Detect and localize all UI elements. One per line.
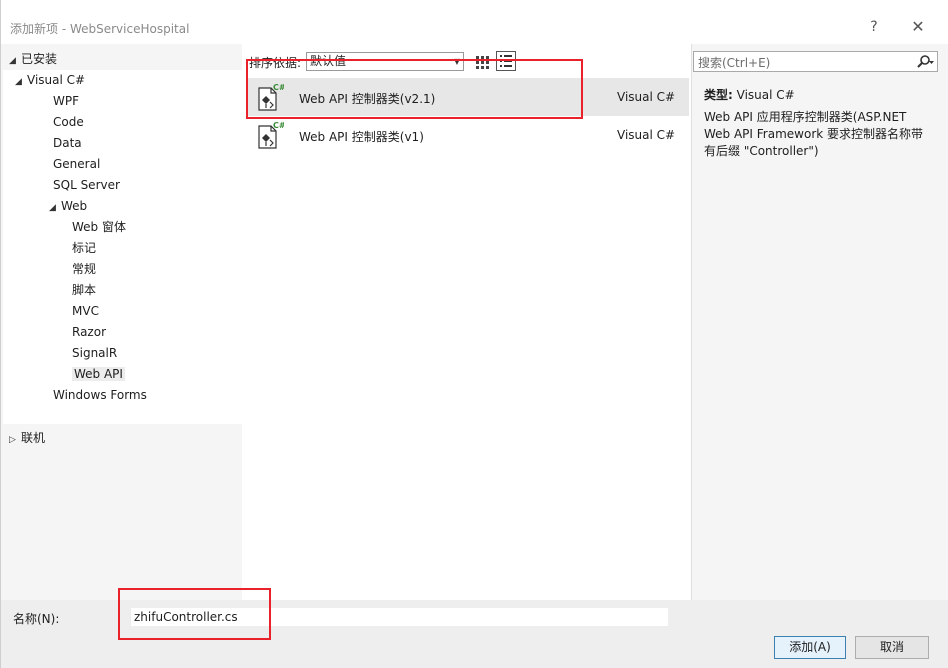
- tree-item-label: Web API: [72, 367, 125, 381]
- template-name: Web API 控制器类(v2.1): [299, 92, 436, 106]
- sort-toolbar: 排序依据: 默认值 ▼: [246, 44, 689, 78]
- expand-arrow-icon: ◢: [49, 203, 56, 213]
- online-label: 联机: [21, 431, 46, 445]
- tree-item-label: Visual C#: [27, 73, 86, 87]
- tree-item[interactable]: ◢ Visual C#: [15, 70, 85, 91]
- template-item-webapi-v21[interactable]: C# Web API 控制器类(v2.1) Visual C#: [246, 78, 689, 116]
- svg-text:C#: C#: [273, 83, 284, 92]
- tree-item[interactable]: 标记: [68, 238, 96, 259]
- details-panel: 搜索(Ctrl+E) 类型: Visual C# Web API 应用程序控制器…: [691, 44, 948, 600]
- type-value: Visual C#: [736, 88, 795, 102]
- installed-node[interactable]: ◢ 已安装: [9, 49, 57, 70]
- csharp-class-icon: C#: [256, 121, 286, 151]
- help-button[interactable]: ?: [862, 16, 886, 38]
- tree-item-label: General: [53, 157, 101, 171]
- sort-value: 默认值: [310, 54, 347, 68]
- tree-item-label: Razor: [72, 325, 107, 339]
- title-bar: 添加新项 - WebServiceHospital ? ✕: [1, 0, 948, 44]
- installed-tree: ◢ Visual C# WPF Code Data General SQL Server ◢ W…: [3, 70, 242, 424]
- tree-item-label: Code: [53, 115, 84, 129]
- type-info: 类型: Visual C#: [704, 86, 795, 103]
- expand-arrow-icon: ◢: [15, 77, 22, 87]
- list-view-icon[interactable]: [496, 51, 516, 71]
- template-item-webapi-v1[interactable]: C# Web API 控制器类(v1) Visual C#: [246, 116, 689, 154]
- footer: 名称(N): zhifuController.cs 添加(A) 取消: [1, 600, 948, 668]
- tree-item-label: SignalR: [72, 346, 118, 360]
- tree-item[interactable]: Windows Forms: [49, 385, 147, 406]
- tree-item[interactable]: 常规: [68, 259, 96, 280]
- window-title: 添加新项 - WebServiceHospital: [10, 22, 190, 36]
- tree-item[interactable]: Razor: [68, 322, 106, 343]
- tree-item-label: Data: [53, 136, 82, 150]
- expand-arrow-icon: ◢: [9, 56, 16, 66]
- tree-item[interactable]: Web API: [68, 364, 125, 385]
- chevron-down-icon: ▼: [453, 57, 460, 66]
- tree-item-label: SQL Server: [53, 178, 120, 192]
- tree-item[interactable]: MVC: [68, 301, 99, 322]
- category-panel: ◢ 已安装 ◢ Visual C# WPF Code Data General SQL Ser…: [1, 44, 242, 600]
- template-name: Web API 控制器类(v1): [299, 130, 424, 144]
- tree-item-label: MVC: [72, 304, 99, 318]
- template-description: Web API 应用程序控制器类(ASP.NET Web API Framewo…: [704, 110, 924, 158]
- search-icon[interactable]: [916, 53, 934, 71]
- tree-item[interactable]: Data: [49, 133, 82, 154]
- tree-item[interactable]: SQL Server: [49, 175, 120, 196]
- tree-item[interactable]: 脚本: [68, 280, 96, 301]
- name-label: 名称(N):: [13, 612, 60, 626]
- tree-item[interactable]: SignalR: [68, 343, 117, 364]
- tree-item[interactable]: Web 窗体: [68, 217, 126, 238]
- sort-dropdown[interactable]: 默认值 ▼: [306, 52, 464, 71]
- tree-item-label: Web 窗体: [72, 220, 126, 234]
- add-new-item-dialog: 添加新项 - WebServiceHospital ? ✕ ◢ 已安装 ◢ Visu…: [0, 0, 948, 668]
- sort-label: 排序依据:: [249, 56, 302, 70]
- installed-label: 已安装: [21, 52, 58, 66]
- collapsed-arrow-icon: ▷: [9, 435, 16, 445]
- tree-item-label: Web: [61, 199, 88, 213]
- template-language: Visual C#: [617, 90, 676, 104]
- tree-item-label: 常规: [72, 262, 97, 276]
- close-button[interactable]: ✕: [906, 16, 930, 38]
- online-node[interactable]: ▷ 联机: [9, 428, 45, 449]
- type-label: 类型:: [704, 88, 733, 102]
- tree-item[interactable]: General: [49, 154, 100, 175]
- csharp-class-icon: C#: [256, 83, 286, 113]
- tree-item-label: WPF: [53, 94, 80, 108]
- tree-item-label: 脚本: [72, 283, 97, 297]
- svg-text:C#: C#: [273, 121, 284, 130]
- add-button[interactable]: 添加(A): [774, 636, 846, 659]
- tree-item[interactable]: ◢ Web: [49, 196, 87, 217]
- tree-item-label: 标记: [72, 241, 97, 255]
- tree-item[interactable]: WPF: [49, 91, 79, 112]
- search-input[interactable]: 搜索(Ctrl+E): [693, 51, 938, 72]
- tree-item-label: Windows Forms: [53, 388, 147, 402]
- search-placeholder: 搜索(Ctrl+E): [698, 56, 771, 70]
- tree-item[interactable]: Code: [49, 112, 84, 133]
- grid-view-icon[interactable]: [472, 52, 492, 72]
- template-list: C# Web API 控制器类(v2.1) Visual C# C# Web A…: [246, 78, 689, 600]
- template-language: Visual C#: [617, 128, 676, 142]
- name-field[interactable]: zhifuController.cs: [131, 608, 668, 626]
- cancel-button[interactable]: 取消: [855, 636, 929, 659]
